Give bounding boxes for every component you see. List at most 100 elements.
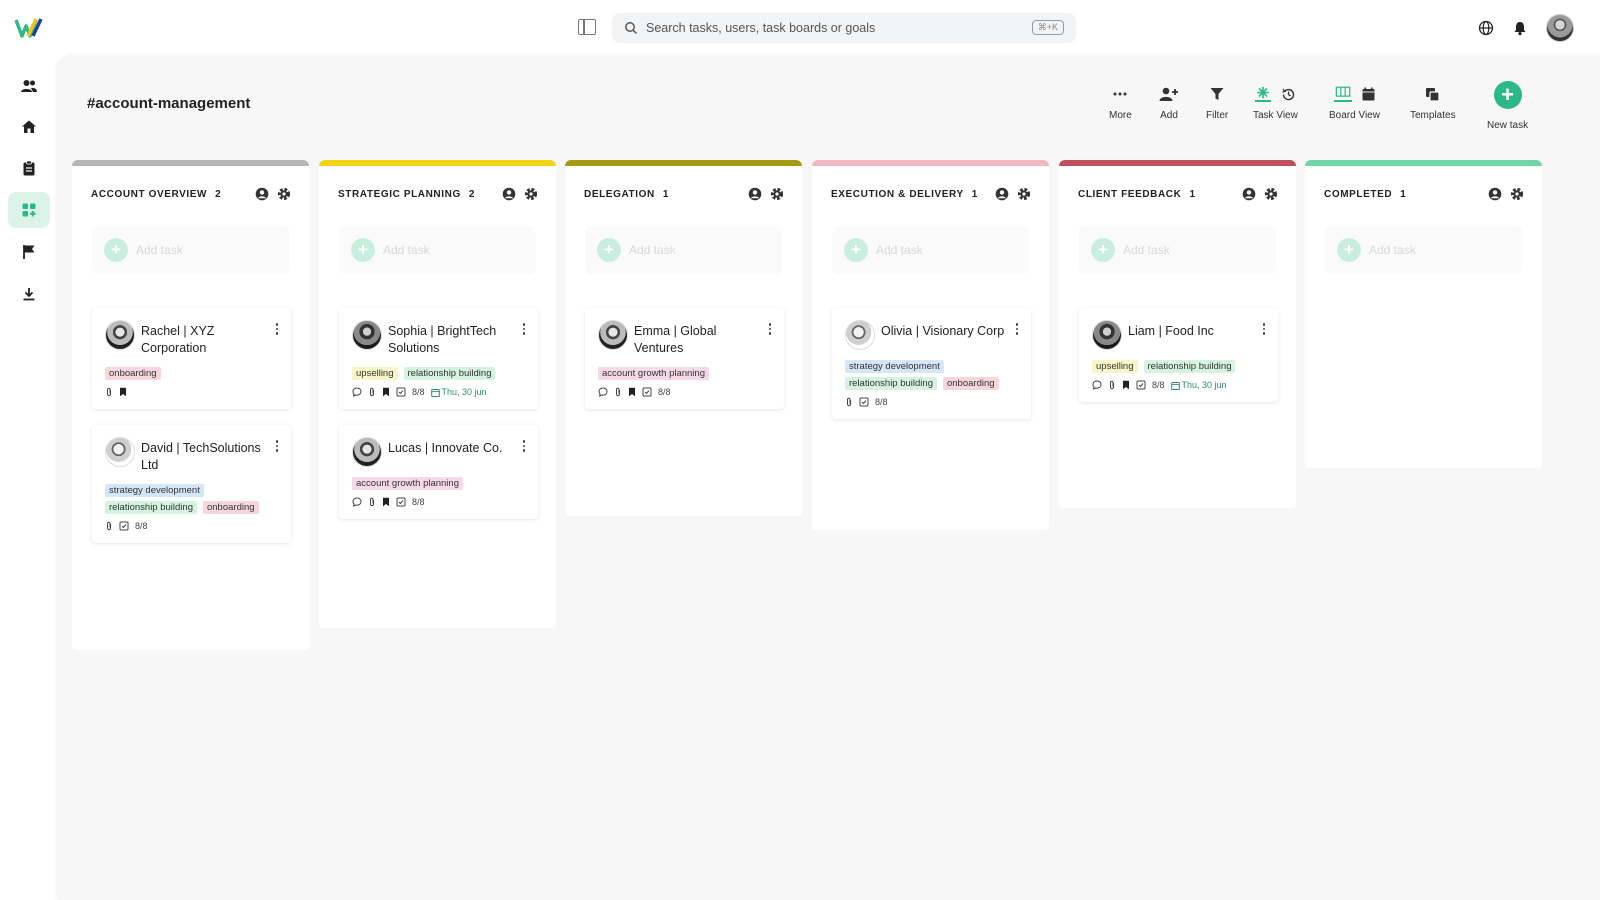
bookmark-icon (120, 387, 126, 397)
add-task-button[interactable]: + Add task (1325, 226, 1522, 274)
gear-icon[interactable] (1510, 187, 1524, 201)
plus-icon: + (1091, 238, 1115, 262)
more-button[interactable]: More (1109, 80, 1132, 121)
plus-icon: + (844, 238, 868, 262)
column-header: ACCOUNT OVERVIEW 2 (72, 166, 309, 222)
task-card[interactable]: Liam | Food Inc upselling relationship bui… (1079, 308, 1278, 402)
attachment-icon (616, 387, 620, 397)
assignee-icon[interactable] (1242, 187, 1256, 201)
board-toolbar: More Add Filter Task View Board View Tem… (57, 80, 1600, 140)
templates-button[interactable]: Templates (1410, 80, 1456, 121)
add-task-button[interactable]: + Add task (585, 226, 782, 274)
add-task-button[interactable]: + Add task (832, 226, 1029, 274)
add-task-button[interactable]: + Add task (92, 226, 289, 274)
tag-list: upselling relationship building (1092, 360, 1266, 373)
board-column: CLIENT FEEDBACK 1 + Add task Liam | Food Inc… (1059, 160, 1296, 508)
column-header: EXECUTION & DELIVERY 1 (812, 166, 1049, 222)
calendar-icon (1362, 87, 1375, 101)
filter-icon (1210, 88, 1224, 100)
board-column: COMPLETED 1 + Add task (1305, 160, 1542, 468)
task-card[interactable]: Lucas | Innovate Co. account growth plann… (339, 425, 538, 519)
panel-toggle-icon[interactable] (578, 19, 596, 35)
board-view-button[interactable]: Board View (1329, 80, 1380, 121)
gear-icon[interactable] (1017, 187, 1031, 201)
checklist-icon (396, 387, 406, 397)
board-column: DELEGATION 1 + Add task Emma | Global Ventur… (565, 160, 802, 516)
card-header: Emma | Global Ventures (598, 320, 772, 357)
kebab-menu-icon[interactable] (275, 323, 279, 335)
bell-icon[interactable] (1512, 20, 1528, 36)
column-title: STRATEGIC PLANNING (338, 188, 461, 200)
top-right-actions (1478, 14, 1574, 42)
column-title: CLIENT FEEDBACK (1078, 188, 1182, 200)
tag: strategy development (105, 484, 204, 497)
globe-icon[interactable] (1478, 20, 1494, 36)
task-card[interactable]: Sophia | BrightTech Solutions upselling re… (339, 308, 538, 409)
task-card[interactable]: Rachel | XYZ Corporation onboarding (92, 308, 291, 409)
gear-icon[interactable] (277, 187, 291, 201)
search-bar[interactable]: ⌘+K (612, 13, 1076, 43)
due-date-text: Thu, 30 jun (1181, 380, 1227, 390)
bookmark-icon (383, 387, 389, 397)
card-meta: 8/8 (105, 521, 279, 531)
comment-icon (1092, 380, 1102, 390)
assignee-icon[interactable] (1488, 187, 1502, 201)
history-icon (1282, 88, 1295, 100)
card-title: Olivia | Visionary Corp (881, 324, 1005, 338)
gear-icon[interactable] (1264, 187, 1278, 201)
gear-icon[interactable] (524, 187, 538, 201)
checklist-icon (642, 387, 652, 397)
assignee-icon[interactable] (748, 187, 762, 201)
task-card[interactable]: Olivia | Visionary Corp strategy developm… (832, 308, 1031, 419)
sidebar (0, 56, 57, 900)
templates-label: Templates (1410, 110, 1456, 121)
sidebar-item-downloads[interactable] (8, 276, 50, 312)
sidebar-item-home[interactable] (8, 109, 50, 145)
sidebar-item-goals[interactable] (8, 234, 50, 270)
user-avatar[interactable] (1546, 14, 1574, 42)
filter-button[interactable]: Filter (1206, 80, 1228, 121)
checklist-count: 8/8 (412, 497, 425, 507)
calendar-icon (1170, 381, 1180, 390)
task-view-button[interactable]: Task View (1253, 80, 1298, 121)
due-date: Thu, 30 jun (430, 387, 487, 397)
new-task-button[interactable]: + New task (1487, 80, 1528, 131)
assignee-icon[interactable] (502, 187, 516, 201)
contact-avatar (845, 320, 875, 350)
tag-list: account growth planning (598, 367, 772, 380)
add-task-button[interactable]: + Add task (339, 226, 536, 274)
contact-avatar (352, 437, 382, 467)
kebab-menu-icon[interactable] (768, 323, 772, 335)
gear-icon[interactable] (770, 187, 784, 201)
kebab-menu-icon[interactable] (275, 440, 279, 452)
column-actions (1488, 187, 1524, 201)
add-label: Add (1160, 110, 1178, 121)
filter-label: Filter (1206, 110, 1229, 121)
add-user-icon (1159, 87, 1178, 101)
app-logo-icon[interactable] (14, 16, 44, 40)
task-card[interactable]: David | TechSolutions Ltd strategy develo… (92, 425, 291, 543)
board-area: #account-management More Add Filter Task… (57, 56, 1600, 900)
add-member-button[interactable]: Add (1159, 80, 1179, 121)
more-icon (1113, 92, 1127, 96)
assignee-icon[interactable] (995, 187, 1009, 201)
sidebar-item-boards[interactable] (8, 192, 50, 228)
tag-list: strategy development relationship buildin… (105, 484, 279, 514)
kebab-menu-icon[interactable] (1262, 323, 1266, 335)
task-card[interactable]: Emma | Global Ventures account growth pla… (585, 308, 784, 409)
tag: upselling (1092, 360, 1138, 373)
attachment-icon (1110, 380, 1114, 390)
kebab-menu-icon[interactable] (522, 323, 526, 335)
column-actions (995, 187, 1031, 201)
column-count: 1 (1189, 188, 1196, 200)
kebab-menu-icon[interactable] (522, 440, 526, 452)
card-title: Rachel | XYZ Corporation (141, 324, 215, 355)
home-icon (22, 120, 36, 133)
comment-icon (352, 387, 362, 397)
sidebar-item-tasks[interactable] (8, 150, 50, 186)
add-task-button[interactable]: + Add task (1079, 226, 1276, 274)
assignee-icon[interactable] (255, 187, 269, 201)
search-input[interactable] (646, 21, 1006, 35)
kebab-menu-icon[interactable] (1015, 323, 1019, 335)
sidebar-item-users[interactable] (8, 68, 50, 104)
